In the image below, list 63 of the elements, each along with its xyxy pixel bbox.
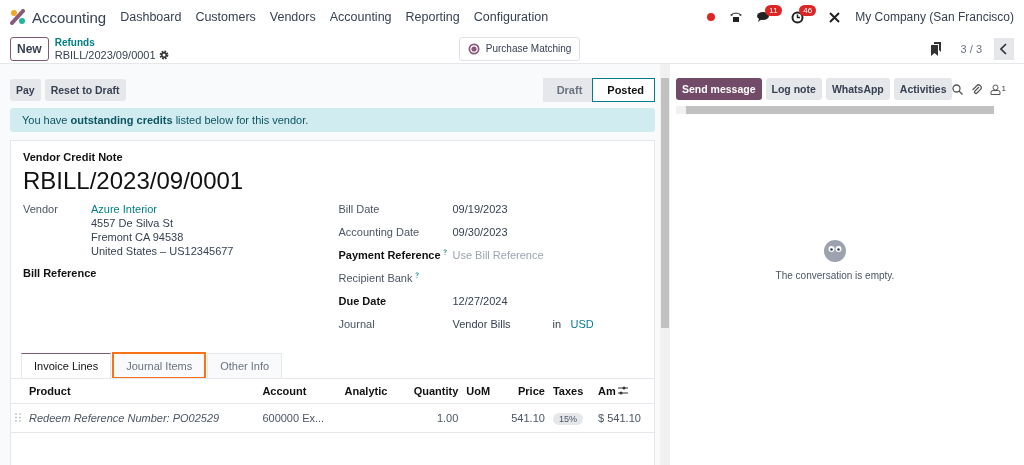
address-line: 4557 De Silva St xyxy=(91,217,174,229)
field-label: Accounting Date xyxy=(338,226,420,238)
field-value: 09/30/2023 xyxy=(452,226,508,240)
field-label: Recipient Bank xyxy=(338,272,413,284)
table-cell: 1.00 xyxy=(436,412,459,424)
table-cell: 541.10 xyxy=(511,412,545,424)
field-label: Vendor xyxy=(23,203,59,217)
pager-value[interactable]: 3 / 3 xyxy=(960,42,982,55)
chatter-button[interactable]: Send message xyxy=(676,78,762,100)
menu-item[interactable]: Accounting xyxy=(329,10,392,24)
chatter-button[interactable]: WhatsApp xyxy=(825,78,890,100)
action-button[interactable]: Reset to Draft xyxy=(44,79,126,101)
column-header[interactable]: Price xyxy=(517,385,545,397)
menu-item[interactable]: Configuration xyxy=(473,10,549,24)
tab[interactable]: Other Info xyxy=(207,353,283,378)
table-cell: Redeem Reference Number: PO02529 xyxy=(29,412,220,424)
field-label: Payment Reference xyxy=(338,249,441,261)
column-header[interactable]: Taxes xyxy=(552,385,584,397)
field-label: Bill Reference xyxy=(23,267,97,281)
field-value: 09/19/2023 xyxy=(452,203,508,217)
column-header[interactable]: UoM xyxy=(466,385,491,397)
column-header[interactable]: Product xyxy=(29,385,71,397)
chatter-button[interactable]: Activities xyxy=(893,78,953,100)
address-line: United States – US12345677 xyxy=(91,245,234,257)
field-label: Due Date xyxy=(338,295,387,307)
menu-item[interactable]: Dashboard xyxy=(120,10,182,24)
field-value: Vendor Bills xyxy=(452,318,512,332)
table-cell: 600000 Ex... xyxy=(262,412,325,424)
alert-message: You have outstanding credits listed below for this vendor. xyxy=(10,108,655,132)
column-header[interactable]: Am xyxy=(598,385,616,397)
vendor-link[interactable]: Azure Interior xyxy=(91,203,234,215)
purchase-matching-button[interactable]: Purchase Matching xyxy=(458,36,581,61)
menu-item[interactable]: Customers xyxy=(195,10,256,24)
status-step[interactable]: Posted xyxy=(592,78,655,102)
action-button[interactable]: Pay xyxy=(10,79,41,101)
field-label: in xyxy=(552,318,563,332)
empty-message: The conversation is empty. xyxy=(775,270,895,281)
new-button[interactable]: New xyxy=(10,36,49,61)
address-line: Fremont CA 94538 xyxy=(91,231,185,243)
status-step[interactable]: Draft xyxy=(542,78,593,102)
chatter-button[interactable]: Log note xyxy=(765,78,822,100)
app-name[interactable]: Accounting xyxy=(32,8,107,26)
record-name: RBILL/2023/09/0001 xyxy=(54,48,156,62)
menu-item[interactable]: Reporting xyxy=(405,10,460,24)
column-header[interactable]: Analytic xyxy=(344,385,388,397)
follower-count: 1 xyxy=(1001,83,1006,93)
document-number: RBILL/2023/09/0001 xyxy=(23,167,245,195)
currency-link[interactable]: USD xyxy=(570,318,594,341)
company-switcher[interactable]: My Company (San Francisco) xyxy=(855,10,1014,24)
table-cell: $ 541.10 xyxy=(598,412,641,424)
document-type: Vendor Credit Note xyxy=(23,151,124,163)
tab[interactable]: Invoice Lines xyxy=(21,353,112,378)
tax-tag: 15% xyxy=(552,413,583,425)
column-header[interactable]: Account xyxy=(262,385,307,397)
tab[interactable]: Journal Items xyxy=(113,353,206,378)
field-label: Bill Date xyxy=(338,203,380,215)
field-value: 12/27/2024 xyxy=(452,295,508,309)
notification-badge: 11 xyxy=(765,5,782,16)
menu-item[interactable]: Vendors xyxy=(269,10,316,24)
column-header[interactable]: Quantity xyxy=(413,385,459,397)
notification-badge: 46 xyxy=(799,4,817,16)
field-label: Journal xyxy=(338,318,375,330)
breadcrumb-link[interactable]: Refunds xyxy=(54,35,169,49)
